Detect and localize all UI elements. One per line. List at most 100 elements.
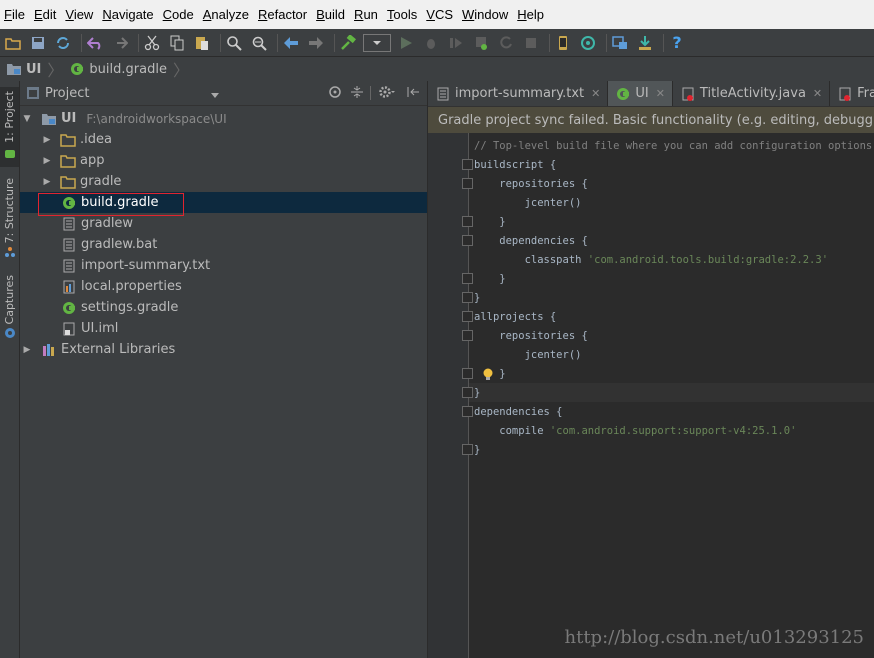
menu-tools[interactable]: Tools bbox=[383, 7, 421, 22]
gear-icon[interactable] bbox=[378, 85, 396, 103]
tab-captures[interactable]: Captures bbox=[0, 273, 19, 343]
fold-marker[interactable] bbox=[462, 368, 473, 379]
tree-item-import-summary[interactable]: import-summary.txt bbox=[20, 255, 427, 276]
fold-marker[interactable] bbox=[462, 406, 473, 417]
forward-arrow-icon[interactable] bbox=[306, 33, 326, 53]
tab-project[interactable]: 1: Project bbox=[0, 87, 19, 167]
code-line: } bbox=[474, 368, 506, 380]
collapse-all-icon[interactable] bbox=[350, 85, 364, 103]
module-folder-icon bbox=[6, 61, 22, 77]
breadcrumb-item-ui[interactable]: UI 〉 bbox=[0, 57, 69, 81]
close-icon[interactable]: ✕ bbox=[813, 87, 822, 100]
attach-debugger-icon[interactable] bbox=[471, 33, 491, 53]
close-icon[interactable]: ✕ bbox=[656, 87, 665, 100]
undo-icon[interactable] bbox=[85, 33, 105, 53]
fold-marker[interactable] bbox=[462, 444, 473, 455]
profile-icon[interactable] bbox=[446, 33, 466, 53]
code-line: repositories { bbox=[474, 178, 588, 190]
fold-marker[interactable] bbox=[462, 216, 473, 227]
menu-code[interactable]: Code bbox=[159, 7, 198, 22]
code-line: repositories { bbox=[474, 330, 588, 342]
tree-item-idea[interactable]: ▶ .idea bbox=[20, 129, 427, 150]
fold-marker[interactable] bbox=[462, 387, 473, 398]
code-line: // Top-level build file where you can ad… bbox=[474, 140, 874, 152]
tree-item-gradlew-bat[interactable]: gradlew.bat bbox=[20, 234, 427, 255]
tab-structure[interactable]: 7: Structure bbox=[0, 176, 19, 258]
tree-item-gradlew[interactable]: gradlew bbox=[20, 213, 427, 234]
code-line: } bbox=[474, 216, 506, 228]
help-icon[interactable]: ? bbox=[667, 33, 687, 53]
debug-icon[interactable] bbox=[421, 33, 441, 53]
fold-marker[interactable] bbox=[462, 178, 473, 189]
run-icon[interactable] bbox=[396, 33, 416, 53]
scroll-from-source-icon[interactable] bbox=[328, 85, 342, 103]
menu-edit[interactable]: Edit bbox=[30, 7, 60, 22]
stop-icon[interactable] bbox=[521, 33, 541, 53]
menu-analyze[interactable]: Analyze bbox=[199, 7, 253, 22]
open-folder-icon[interactable] bbox=[3, 33, 23, 53]
gradle-file-icon bbox=[61, 300, 77, 316]
project-structure-icon[interactable] bbox=[610, 33, 630, 53]
project-panel-header: Project bbox=[20, 81, 427, 106]
fold-marker[interactable] bbox=[462, 330, 473, 341]
collapsed-arrow-icon[interactable]: ▶ bbox=[22, 345, 32, 355]
tree-item-settings-gradle[interactable]: settings.gradle bbox=[20, 297, 427, 318]
tree-item-local-properties[interactable]: local.properties bbox=[20, 276, 427, 297]
tree-item-gradle[interactable]: ▶ gradle bbox=[20, 171, 427, 192]
tab-fragment[interactable]: Fragmen bbox=[830, 81, 874, 106]
code-line: classpath 'com.android.tools.build:gradl… bbox=[474, 254, 829, 266]
menu-view[interactable]: View bbox=[61, 7, 97, 22]
tab-ui[interactable]: UI ✕ bbox=[608, 81, 673, 106]
project-view-selector[interactable]: Project bbox=[45, 86, 89, 101]
close-icon[interactable]: ✕ bbox=[591, 87, 600, 100]
text-file-icon bbox=[61, 216, 77, 232]
tree-item-app[interactable]: ▶ app bbox=[20, 150, 427, 171]
menu-file[interactable]: File bbox=[0, 7, 29, 22]
back-arrow-icon[interactable] bbox=[281, 33, 301, 53]
tree-item-root[interactable]: ▼ UI F:\androidworkspace\UI bbox=[20, 108, 427, 129]
tree-item-ui-iml[interactable]: UI.iml bbox=[20, 318, 427, 339]
menu-build[interactable]: Build bbox=[312, 7, 349, 22]
replace-icon[interactable] bbox=[249, 33, 269, 53]
tab-import-summary[interactable]: import-summary.txt ✕ bbox=[428, 81, 609, 106]
collapsed-arrow-icon[interactable]: ▶ bbox=[42, 156, 52, 166]
fold-marker[interactable] bbox=[462, 273, 473, 284]
breadcrumb-item-build-gradle[interactable]: build.gradle 〉 bbox=[69, 57, 195, 81]
properties-file-icon bbox=[61, 279, 77, 295]
make-project-hammer-icon[interactable] bbox=[338, 33, 358, 53]
sync-gradle-icon[interactable] bbox=[578, 33, 598, 53]
menu-vcs[interactable]: VCS bbox=[422, 7, 457, 22]
copy-icon[interactable] bbox=[167, 33, 187, 53]
avd-manager-icon[interactable] bbox=[553, 33, 573, 53]
fold-marker[interactable] bbox=[462, 235, 473, 246]
sdk-manager-icon[interactable] bbox=[635, 33, 655, 53]
chevron-down-icon[interactable] bbox=[211, 88, 219, 103]
find-icon[interactable] bbox=[224, 33, 244, 53]
menu-run[interactable]: Run bbox=[350, 7, 382, 22]
tab-title-activity[interactable]: TitleActivity.java ✕ bbox=[673, 81, 831, 106]
tree-item-external-libraries[interactable]: ▶ External Libraries bbox=[20, 339, 427, 360]
menu-navigate[interactable]: Navigate bbox=[98, 7, 157, 22]
java-file-error-icon bbox=[680, 86, 696, 102]
run-config-dropdown[interactable] bbox=[363, 33, 391, 52]
collapsed-arrow-icon[interactable]: ▶ bbox=[42, 177, 52, 187]
hide-panel-icon[interactable] bbox=[406, 85, 420, 103]
fold-marker[interactable] bbox=[462, 292, 473, 303]
menu-refactor[interactable]: Refactor bbox=[254, 7, 311, 22]
gradle-file-icon bbox=[615, 86, 631, 102]
library-icon bbox=[41, 342, 57, 358]
apply-changes-icon[interactable] bbox=[496, 33, 516, 53]
paste-icon[interactable] bbox=[192, 33, 212, 53]
cut-icon[interactable] bbox=[142, 33, 162, 53]
collapsed-arrow-icon[interactable]: ▶ bbox=[42, 135, 52, 145]
fold-marker[interactable] bbox=[462, 311, 473, 322]
folder-icon bbox=[60, 153, 76, 169]
menu-window[interactable]: Window bbox=[458, 7, 512, 22]
iml-file-icon bbox=[61, 321, 77, 337]
fold-marker[interactable] bbox=[462, 159, 473, 170]
save-icon[interactable] bbox=[28, 33, 48, 53]
menu-help[interactable]: Help bbox=[513, 7, 548, 22]
redo-icon[interactable] bbox=[110, 33, 130, 53]
sync-icon[interactable] bbox=[53, 33, 73, 53]
expanded-arrow-icon[interactable]: ▼ bbox=[22, 114, 32, 124]
